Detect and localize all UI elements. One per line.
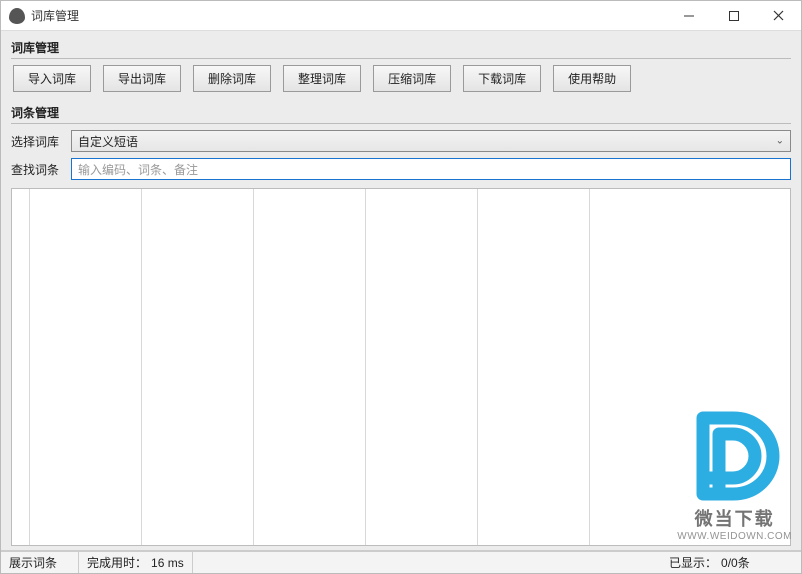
app-icon [9,8,25,24]
list-col-5 [478,189,590,545]
help-button[interactable]: 使用帮助 [553,65,631,92]
list-col-3 [254,189,366,545]
select-dict-dropdown[interactable]: 自定义短语 ⌄ [71,130,791,152]
compress-dict-button[interactable]: 压缩词库 [373,65,451,92]
close-icon [773,10,784,21]
select-dict-label: 选择词库 [11,133,71,150]
list-col-0 [12,189,30,545]
list-col-6 [590,189,790,545]
select-dict-row: 选择词库 自定义短语 ⌄ [11,130,791,152]
app-window: 词库管理 词库管理 导入词库 导出词库 删除词库 整理词库 压缩词库 下载词库 … [0,0,802,574]
search-entry-placeholder: 输入编码、词条、备注 [78,161,198,178]
delete-dict-button[interactable]: 删除词库 [193,65,271,92]
status-elapsed-label: 完成用时： [87,554,147,571]
tidy-dict-button[interactable]: 整理词库 [283,65,361,92]
minimize-button[interactable] [666,1,711,31]
status-show-entries: 展示词条 [1,552,79,573]
chevron-down-icon: ⌄ [776,136,784,147]
close-button[interactable] [756,1,801,31]
dict-toolbar: 导入词库 导出词库 删除词库 整理词库 压缩词库 下载词库 使用帮助 [11,65,791,92]
titlebar: 词库管理 [1,1,801,31]
maximize-icon [729,11,739,21]
select-dict-value: 自定义短语 [78,133,138,150]
list-col-1 [30,189,142,545]
entry-list[interactable] [11,188,791,546]
status-elapsed-value: 16 ms [151,556,184,570]
maximize-button[interactable] [711,1,756,31]
minimize-icon [684,11,694,21]
export-dict-button[interactable]: 导出词库 [103,65,181,92]
status-displayed-value: 0/0条 [721,554,750,571]
status-elapsed: 完成用时： 16 ms [79,552,193,573]
window-title: 词库管理 [31,7,79,24]
entry-mgmt-group-label: 词条管理 [11,100,791,124]
dict-mgmt-group-label: 词库管理 [11,35,791,59]
status-displayed: 已显示： 0/0条 [661,552,801,573]
search-entry-input[interactable]: 输入编码、词条、备注 [71,158,791,180]
list-columns [12,189,790,545]
status-displayed-label: 已显示： [669,554,717,571]
list-col-4 [366,189,478,545]
import-dict-button[interactable]: 导入词库 [13,65,91,92]
search-entry-row: 查找词条 输入编码、词条、备注 [11,158,791,180]
download-dict-button[interactable]: 下载词库 [463,65,541,92]
search-entry-label: 查找词条 [11,161,71,178]
statusbar: 展示词条 完成用时： 16 ms 已显示： 0/0条 [1,551,801,573]
client-area: 词库管理 导入词库 导出词库 删除词库 整理词库 压缩词库 下载词库 使用帮助 … [1,31,801,551]
list-col-2 [142,189,254,545]
